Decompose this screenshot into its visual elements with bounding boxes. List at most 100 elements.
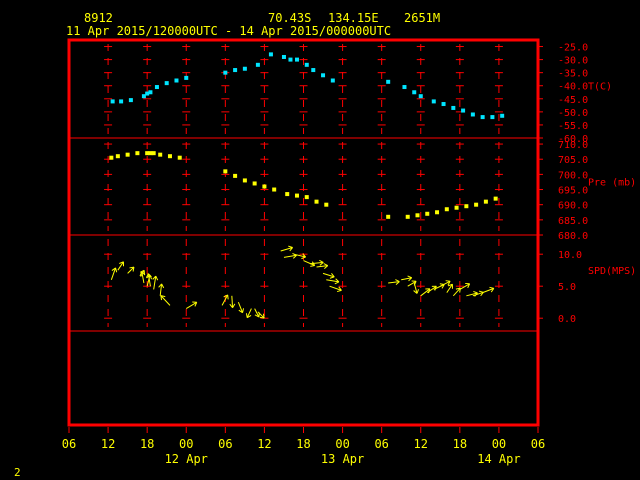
wind-vector (322, 272, 335, 279)
pressure-point (464, 204, 469, 209)
pressure-point (415, 213, 420, 218)
pressure-point (109, 155, 114, 160)
temp-point (110, 99, 115, 104)
temp-point (268, 52, 273, 57)
temp-point (402, 85, 407, 90)
x-tick-label: 06 (62, 437, 76, 451)
x-tick-label: 18 (140, 437, 154, 451)
pressure-point (483, 199, 488, 204)
station-elevation: 2651M (404, 11, 440, 25)
x-tick-label: 00 (179, 437, 193, 451)
temp-point (294, 57, 299, 62)
temp-point (431, 99, 436, 104)
temp-point (418, 94, 423, 99)
pressure-point (324, 202, 329, 207)
pressure-point (115, 154, 120, 159)
temp-point (242, 66, 247, 71)
pressure-point (233, 173, 238, 178)
wind-vector (326, 278, 340, 285)
x-tick-label: 18 (296, 437, 310, 451)
pressure-point (262, 184, 267, 189)
x-tick-label: 00 (335, 437, 349, 451)
temp-point (164, 81, 169, 86)
pressure-point (405, 214, 410, 219)
y-tick-label: 0.0 (558, 314, 576, 325)
y-tick-label: 710.0 (558, 140, 588, 151)
wind-vector (316, 263, 329, 269)
data-layer (109, 52, 505, 319)
temp-point (223, 70, 228, 75)
y-tick-label: 695.0 (558, 186, 588, 197)
temp-point (490, 115, 495, 120)
y-tick-label: -55.0 (558, 121, 588, 132)
y-tick-label: 10.0 (558, 250, 582, 261)
wind-vector (329, 285, 342, 293)
pressure-point (272, 187, 277, 192)
y-tick-label: -25.0 (558, 43, 588, 54)
temp-point (330, 78, 335, 83)
y-tick-label: 685.0 (558, 216, 588, 227)
wind-vector (446, 283, 453, 293)
wind-vector (158, 283, 165, 296)
wind-vector (110, 267, 118, 280)
pressure-point (242, 178, 247, 183)
wind-vector (482, 286, 495, 294)
temp-point (311, 68, 316, 73)
x-tick-label: 18 (453, 437, 467, 451)
x-tick-label: 12 (101, 437, 115, 451)
temp-point (321, 73, 326, 78)
x-tick-label: 06 (218, 437, 232, 451)
pressure-point (454, 205, 459, 210)
temp-point (480, 115, 485, 120)
y-tick-label: 700.0 (558, 170, 588, 181)
x-tick-label: 06 (374, 437, 388, 451)
wind-vector (117, 261, 125, 271)
pressure-point (386, 214, 391, 219)
pressure-point (285, 192, 290, 197)
time-period: 11 Apr 2015/120000UTC - 14 Apr 2015/0000… (66, 24, 391, 38)
wind-vector (221, 294, 229, 306)
wind-vector (245, 308, 252, 319)
y-tick-label: -50.0 (558, 108, 588, 119)
day-label: 14 Apr (477, 452, 520, 466)
y-tick-label: 705.0 (558, 155, 588, 166)
wind-vector (152, 275, 159, 290)
temp-point (128, 98, 133, 103)
temp-point (174, 78, 179, 83)
wind-vector (452, 287, 461, 297)
wind-vector (388, 279, 400, 285)
station-lat: 70.43S (268, 11, 311, 25)
wind-vector (237, 302, 245, 314)
pressure-point (304, 195, 309, 200)
pressure-point (425, 211, 430, 216)
temp-point (470, 112, 475, 117)
temp-point (304, 62, 309, 67)
temp-point (281, 54, 286, 59)
wind-vector (280, 245, 293, 252)
wind-vector (127, 266, 135, 274)
temp-point (154, 85, 159, 90)
pressure-point (252, 181, 257, 186)
y-tick-label: -40.0 (558, 82, 588, 93)
temp-point (288, 57, 293, 62)
temp-point (461, 108, 466, 113)
y-tick-label: 5.0 (558, 282, 576, 293)
y-tick-label: -35.0 (558, 69, 588, 80)
pressure-point (444, 207, 449, 212)
pressure-point (493, 196, 498, 201)
pressure-point (151, 151, 156, 156)
y-tick-label: 690.0 (558, 201, 588, 212)
temp-point (386, 79, 391, 84)
pressure-point (314, 199, 319, 204)
temp-point (412, 90, 417, 95)
wind-vector (185, 301, 198, 310)
chart-frame (67, 38, 540, 427)
wind-vector (160, 295, 171, 306)
temp-point (184, 75, 189, 80)
panel-label: T(C) (588, 82, 612, 93)
y-tick-label: -45.0 (558, 95, 588, 106)
pressure-point (435, 210, 440, 215)
temp-point (500, 113, 505, 118)
temp-point (441, 102, 446, 107)
wind-vector (466, 290, 478, 297)
